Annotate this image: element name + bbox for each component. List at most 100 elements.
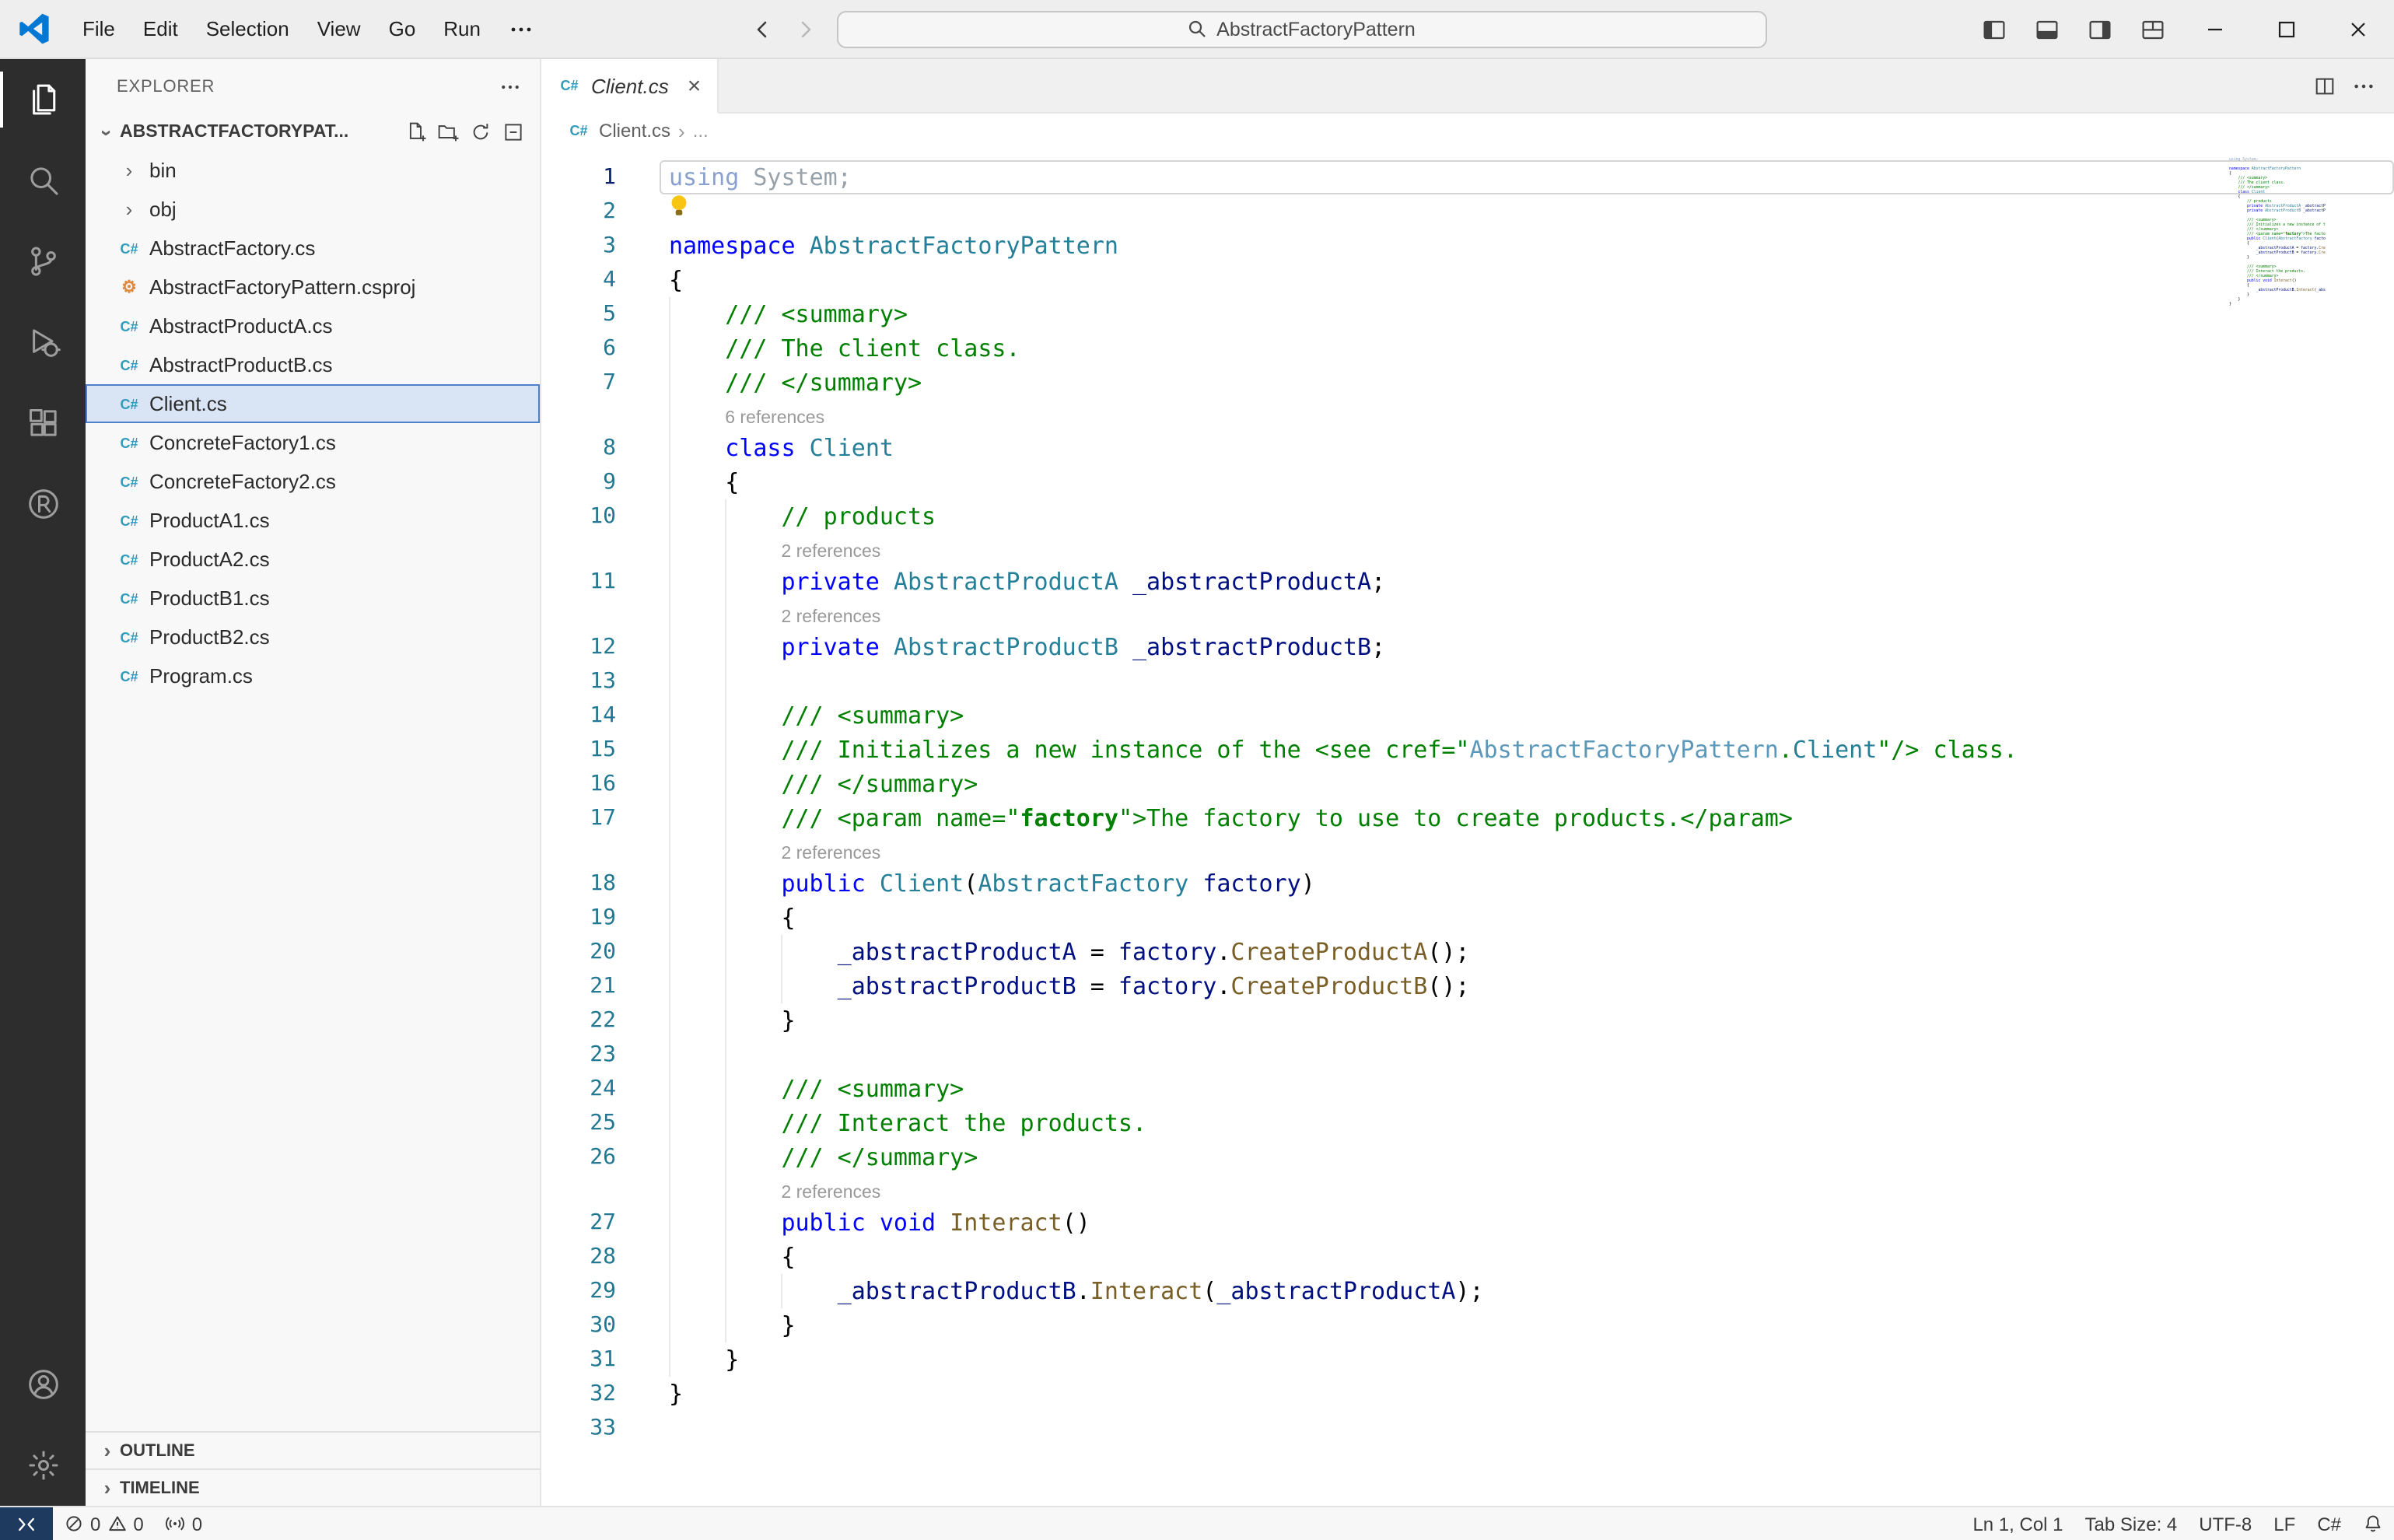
code-line-7[interactable]: 7/// </summary> xyxy=(541,366,2394,400)
code-line-4[interactable]: 4{ xyxy=(541,263,2394,297)
close-tab-icon[interactable]: × xyxy=(688,74,702,97)
tree-item-Client.cs[interactable]: C#Client.cs xyxy=(86,384,540,423)
activity-account-icon[interactable] xyxy=(0,1344,86,1425)
code-line-33[interactable]: 33 xyxy=(541,1411,2394,1445)
tab-size[interactable]: Tab Size: 4 xyxy=(2074,1507,2189,1540)
code-line-5[interactable]: 5/// <summary> xyxy=(541,297,2394,331)
menu-view[interactable]: View xyxy=(303,11,375,47)
activity-settings-icon[interactable] xyxy=(0,1425,86,1506)
activity-run-debug-icon[interactable] xyxy=(0,302,86,383)
collapse-folders-icon[interactable] xyxy=(502,121,524,143)
breadcrumb-more[interactable]: ... xyxy=(693,120,709,142)
split-editor-icon[interactable] xyxy=(2313,74,2336,97)
code-editor[interactable]: 1using System;23namespace AbstractFactor… xyxy=(541,148,2394,1506)
menu-run[interactable]: Run xyxy=(429,11,495,47)
code-line-28[interactable]: 28{ xyxy=(541,1240,2394,1274)
tab-client-cs[interactable]: C# Client.cs × xyxy=(541,59,718,114)
code-line-6[interactable]: 6/// The client class. xyxy=(541,331,2394,366)
codelens-row[interactable]: 2 references xyxy=(541,1174,2394,1206)
codelens-references[interactable]: 6 references xyxy=(725,409,824,428)
activity-explorer-icon[interactable] xyxy=(0,59,86,140)
tree-item-ConcreteFactory1.cs[interactable]: C#ConcreteFactory1.cs xyxy=(86,423,540,462)
tree-item-AbstractFactoryPattern.csproj[interactable]: ⚙AbstractFactoryPattern.csproj xyxy=(86,268,540,306)
close-button[interactable] xyxy=(2322,0,2394,58)
tree-item-AbstractProductA.cs[interactable]: C#AbstractProductA.cs xyxy=(86,306,540,345)
customize-layout-icon[interactable] xyxy=(2126,7,2179,51)
timeline-section[interactable]: › TIMELINE xyxy=(86,1468,540,1506)
code-line-15[interactable]: 15/// Initializes a new instance of the … xyxy=(541,733,2394,767)
codelens-references[interactable]: 2 references xyxy=(781,1184,880,1202)
tree-item-bin[interactable]: ›bin xyxy=(86,151,540,190)
menu-go[interactable]: Go xyxy=(375,11,430,47)
code-line-25[interactable]: 25/// Interact the products. xyxy=(541,1106,2394,1140)
code-line-29[interactable]: 29_abstractProductB.Interact(_abstractPr… xyxy=(541,1274,2394,1308)
toggle-secondary-sidebar-icon[interactable] xyxy=(2074,7,2126,51)
activity-search-icon[interactable] xyxy=(0,140,86,221)
code-line-23[interactable]: 23 xyxy=(541,1038,2394,1072)
code-line-3[interactable]: 3namespace AbstractFactoryPattern xyxy=(541,229,2394,263)
encoding[interactable]: UTF-8 xyxy=(2188,1507,2263,1540)
code-line-17[interactable]: 17/// <param name="factory">The factory … xyxy=(541,801,2394,835)
codelens-references[interactable]: 2 references xyxy=(781,543,880,562)
code-line-8[interactable]: 8class Client xyxy=(541,431,2394,465)
tree-item-ProductA1.cs[interactable]: C#ProductA1.cs xyxy=(86,501,540,540)
remote-indicator[interactable] xyxy=(0,1507,53,1540)
code-line-13[interactable]: 13 xyxy=(541,664,2394,698)
tree-item-Program.cs[interactable]: C#Program.cs xyxy=(86,656,540,695)
code-line-20[interactable]: 20_abstractProductA = factory.CreateProd… xyxy=(541,935,2394,969)
codelens-row[interactable]: 2 references xyxy=(541,599,2394,630)
editor-more-icon[interactable] xyxy=(2352,74,2375,97)
code-line-27[interactable]: 27public void Interact() xyxy=(541,1206,2394,1240)
eol[interactable]: LF xyxy=(2263,1507,2306,1540)
new-folder-icon[interactable] xyxy=(437,121,459,143)
back-icon[interactable] xyxy=(749,16,774,41)
code-line-1[interactable]: 1using System; xyxy=(541,160,2394,194)
code-line-11[interactable]: 11private AbstractProductA _abstractProd… xyxy=(541,565,2394,599)
activity-source-control-icon[interactable] xyxy=(0,221,86,302)
tree-item-ProductB1.cs[interactable]: C#ProductB1.cs xyxy=(86,579,540,618)
forward-icon[interactable] xyxy=(793,16,817,41)
code-line-32[interactable]: 32} xyxy=(541,1377,2394,1411)
tree-item-ProductA2.cs[interactable]: C#ProductA2.cs xyxy=(86,540,540,579)
menu-selection[interactable]: Selection xyxy=(192,11,303,47)
new-file-icon[interactable] xyxy=(404,121,426,143)
ports-status[interactable]: 0 xyxy=(155,1507,213,1540)
code-line-24[interactable]: 24/// <summary> xyxy=(541,1072,2394,1106)
codelens-references[interactable]: 2 references xyxy=(781,845,880,863)
codelens-row[interactable]: 2 references xyxy=(541,534,2394,565)
menu-more-icon[interactable] xyxy=(495,10,548,47)
tree-item-ConcreteFactory2.cs[interactable]: C#ConcreteFactory2.cs xyxy=(86,462,540,501)
menu-edit[interactable]: Edit xyxy=(129,11,192,47)
code-line-14[interactable]: 14/// <summary> xyxy=(541,698,2394,733)
code-line-16[interactable]: 16/// </summary> xyxy=(541,767,2394,801)
code-line-9[interactable]: 9{ xyxy=(541,465,2394,499)
cursor-position[interactable]: Ln 1, Col 1 xyxy=(1962,1507,2074,1540)
codelens-row[interactable]: 2 references xyxy=(541,835,2394,866)
code-line-2[interactable]: 2 xyxy=(541,194,2394,229)
tree-item-ProductB2.cs[interactable]: C#ProductB2.cs xyxy=(86,618,540,656)
activity-r-profile-icon[interactable] xyxy=(0,464,86,544)
code-line-18[interactable]: 18public Client(AbstractFactory factory) xyxy=(541,866,2394,901)
tree-item-AbstractProductB.cs[interactable]: C#AbstractProductB.cs xyxy=(86,345,540,384)
notifications-bell-icon[interactable] xyxy=(2352,1507,2394,1540)
code-line-26[interactable]: 26/// </summary> xyxy=(541,1140,2394,1174)
code-line-19[interactable]: 19{ xyxy=(541,901,2394,935)
code-line-31[interactable]: 31} xyxy=(541,1342,2394,1377)
minimize-button[interactable] xyxy=(2179,0,2251,58)
problems-status[interactable]: 0 0 xyxy=(53,1507,155,1540)
code-line-22[interactable]: 22} xyxy=(541,1003,2394,1038)
codelens-row[interactable]: 6 references xyxy=(541,400,2394,431)
refresh-explorer-icon[interactable] xyxy=(470,121,492,143)
maximize-button[interactable] xyxy=(2251,0,2322,58)
language-mode[interactable]: C# xyxy=(2306,1507,2352,1540)
menu-file[interactable]: File xyxy=(68,11,129,47)
activity-extensions-icon[interactable] xyxy=(0,383,86,464)
code-line-12[interactable]: 12private AbstractProductB _abstractProd… xyxy=(541,630,2394,664)
tree-item-obj[interactable]: ›obj xyxy=(86,190,540,229)
toggle-primary-sidebar-icon[interactable] xyxy=(1968,7,2021,51)
lightbulb-icon[interactable] xyxy=(669,193,689,227)
workspace-folder-header[interactable]: › ABSTRACTFACTORYPAT... xyxy=(86,114,540,151)
explorer-more-icon[interactable] xyxy=(499,75,521,97)
tree-item-AbstractFactory.cs[interactable]: C#AbstractFactory.cs xyxy=(86,229,540,268)
code-line-10[interactable]: 10// products xyxy=(541,499,2394,534)
